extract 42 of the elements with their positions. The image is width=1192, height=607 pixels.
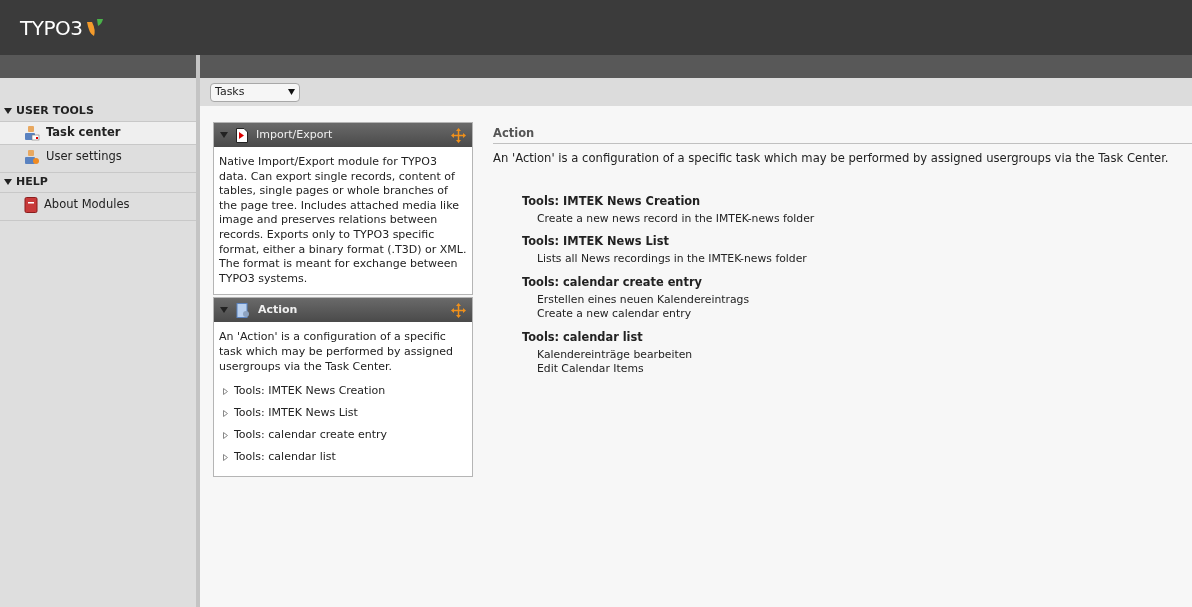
- bullet-arrow-icon: [223, 453, 228, 461]
- caret-icon[interactable]: [4, 178, 12, 185]
- action-link[interactable]: Tools: IMTEK News Creation: [234, 382, 386, 400]
- bullet-arrow-icon: [223, 387, 228, 395]
- action-title[interactable]: Tools: calendar list: [522, 329, 1192, 344]
- widget-description: An 'Action' is a configuration of a specific task which may be performed by assigned usergroups via the Task Center.: [219, 330, 455, 375]
- move-icon[interactable]: [451, 302, 466, 318]
- action-description: Create a new calendar entry: [537, 307, 693, 322]
- action-link[interactable]: Tools: calendar create entry: [234, 426, 388, 444]
- bullet-arrow-icon: [223, 409, 228, 417]
- widget-description: Native Import/Export module for TYPO3 data. Can export single records, content of tables, single pages or whole branches of the page tree. Includes attached media like image and preserves relations between records. Exports only to TYPO3 specific format, either a binary format (.T3D) or XML. The format is meant for exchange between TYPO3 systems.: [219, 155, 467, 287]
- group-heading[interactable]: USER TOOLS: [16, 103, 94, 120]
- tasks-dropdown[interactable]: Tasks: [210, 82, 300, 102]
- action-link[interactable]: Tools: calendar list: [234, 448, 336, 466]
- widget-title: Import/Export: [256, 126, 334, 143]
- document-icon: [236, 302, 250, 318]
- logo-icon: [86, 17, 105, 38]
- book-icon: [24, 196, 38, 213]
- bullet-arrow-icon: [223, 431, 228, 439]
- group-heading[interactable]: HELP: [16, 174, 48, 191]
- section-heading: Action: [493, 125, 536, 142]
- user-icon: [24, 125, 40, 141]
- action-description: Erstellen eines neuen Kalendereintrags: [537, 292, 751, 308]
- sidebar-item[interactable]: About Modules: [0, 193, 196, 216]
- section-intro: An 'Action' is a configuration of a specific task which may be performed by assigned usergroups via the Task Center.: [493, 150, 1170, 168]
- dropdown-arrow-icon: [288, 89, 295, 95]
- sidebar-item[interactable]: Task center: [0, 122, 196, 145]
- action-link[interactable]: Tools: IMTEK News List: [234, 404, 358, 422]
- action-description: Edit Calendar Items: [537, 362, 645, 377]
- move-icon[interactable]: [451, 127, 466, 143]
- caret-icon[interactable]: [4, 107, 12, 114]
- action-description: Create a new news record in the IMTEK-news folder: [537, 211, 816, 227]
- action-title[interactable]: Tools: IMTEK News List: [522, 234, 1192, 249]
- action-title[interactable]: Tools: IMTEK News Creation: [522, 193, 1192, 208]
- action-description: Lists all News recordings in the IMTEK-news folder: [537, 252, 808, 267]
- document-icon: [236, 127, 248, 143]
- widget-title: Action: [258, 302, 299, 319]
- user-icon: [24, 148, 40, 165]
- action-title[interactable]: Tools: calendar create entry: [522, 274, 1192, 289]
- logo-text: TYPO3: [20, 14, 83, 42]
- sidebar-item[interactable]: User settings: [0, 145, 196, 168]
- action-description: Kalendereinträge bearbeiten: [537, 347, 694, 363]
